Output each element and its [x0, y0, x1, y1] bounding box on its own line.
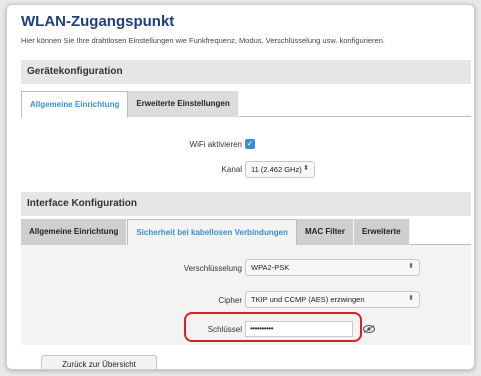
interface-config-header: Interface Konfiguration: [21, 192, 471, 216]
checkmark-icon: ✓: [246, 139, 254, 148]
page-description: Hier können Sie Ihre drahtlosen Einstell…: [21, 36, 385, 45]
tab-interface-general[interactable]: Allgemeine Einrichtung: [21, 219, 128, 245]
cipher-select-value: TKIP und CCMP (AES) erzwingen: [251, 295, 365, 304]
encryption-select[interactable]: WPA2-PSK ⬍: [245, 259, 420, 276]
show-password-icon[interactable]: [363, 325, 375, 333]
device-config-header: Gerätekonfiguration: [21, 60, 471, 84]
tab-general-setup[interactable]: Allgemeine Einrichtung: [21, 91, 129, 118]
interface-config-tabs: Allgemeine Einrichtung Sicherheit bei ka…: [21, 219, 471, 246]
channel-select[interactable]: 11 (2.462 GHz) ⬍: [245, 161, 315, 178]
channel-label: Kanal: [221, 165, 242, 174]
cipher-label: Cipher: [218, 296, 242, 305]
wifi-enable-checkbox[interactable]: ✓: [245, 139, 255, 149]
select-arrows-icon: ⬍: [303, 165, 309, 172]
tab-advanced-settings[interactable]: Erweiterte Einstellungen: [128, 91, 239, 117]
page-title: WLAN-Zugangspunkt: [21, 13, 175, 30]
encryption-label: Verschlüsselung: [183, 264, 242, 273]
cipher-select[interactable]: TKIP und CCMP (AES) erzwingen ⬍: [245, 291, 420, 308]
key-input[interactable]: ••••••••••: [245, 321, 353, 337]
tab-mac-filter[interactable]: MAC Filter: [296, 219, 354, 245]
tab-wireless-security[interactable]: Sicherheit bei kabellosen Verbindungen: [127, 219, 297, 246]
encryption-select-value: WPA2-PSK: [251, 263, 290, 272]
settings-panel: WLAN-Zugangspunkt Hier können Sie Ihre d…: [6, 4, 475, 370]
key-label: Schlüssel: [207, 325, 242, 334]
device-config-tabs: Allgemeine Einrichtung Erweiterte Einste…: [21, 91, 471, 118]
channel-select-value: 11 (2.462 GHz): [251, 165, 302, 174]
select-arrows-icon: ⬍: [408, 263, 414, 270]
tab-interface-advanced[interactable]: Erweiterte: [353, 219, 410, 245]
select-arrows-icon: ⬍: [408, 295, 414, 302]
back-to-overview-button[interactable]: Zurück zur Übersicht: [41, 355, 157, 369]
wifi-enable-label: WiFi aktivieren: [189, 140, 242, 149]
